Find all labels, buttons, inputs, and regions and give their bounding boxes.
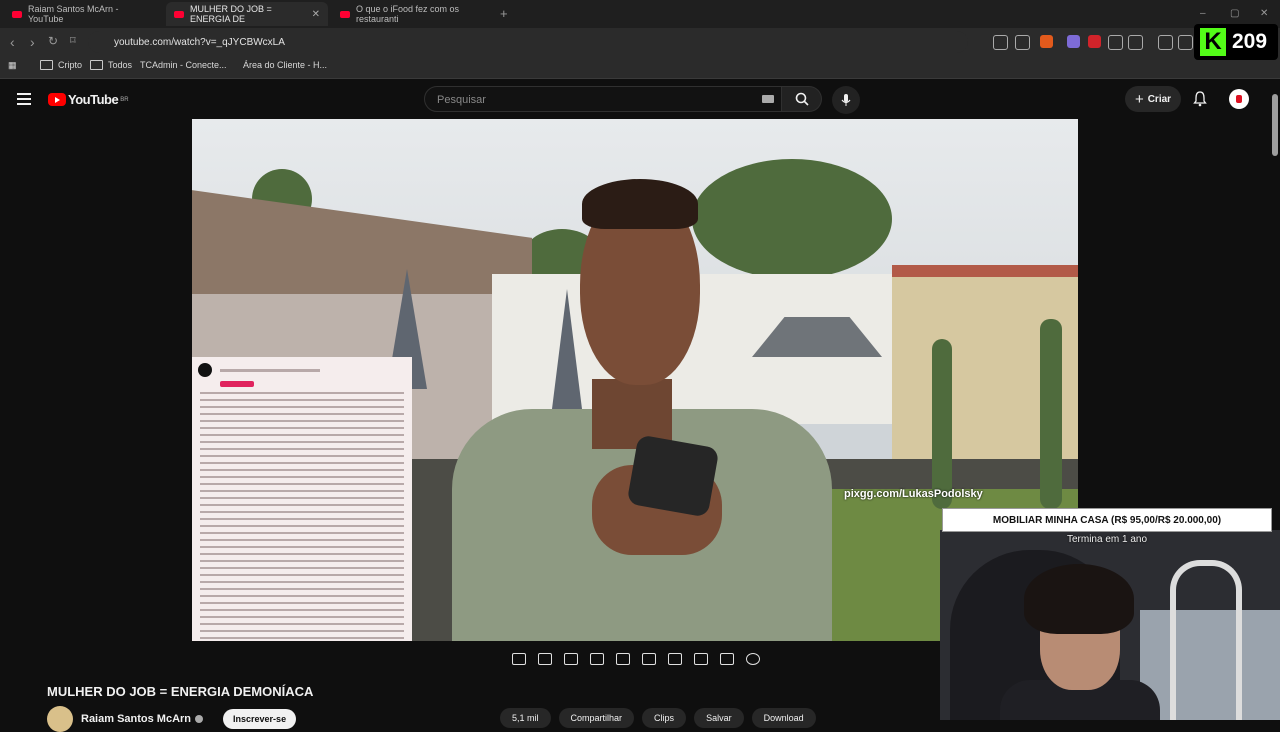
verified-icon (195, 715, 204, 723)
like-button[interactable]: 5,1 mil (500, 708, 551, 728)
back-icon[interactable]: ‹ (10, 34, 15, 50)
youtube-favicon-icon (174, 10, 184, 18)
search-icon (795, 92, 809, 106)
video-actions: 5,1 mil Compartilhar Clips Salvar Downlo… (500, 708, 824, 728)
youtube-play-icon (48, 93, 66, 106)
cast-icon[interactable] (993, 35, 1008, 50)
webcam-overlay (940, 530, 1280, 720)
bookmark-icon[interactable]: ⌑ (70, 34, 76, 47)
close-window-icon[interactable]: ✕ (1260, 8, 1268, 19)
subscribe-button[interactable]: Inscrever-se (223, 709, 297, 729)
folder-icon (40, 60, 53, 70)
donation-badge (220, 381, 254, 387)
forward-icon[interactable]: › (30, 34, 35, 50)
puzzle-extensions-icon[interactable] (1108, 35, 1123, 50)
new-tab-icon[interactable]: + (500, 6, 508, 21)
bookmark-tcadmin[interactable]: TCAdmin - Conecte... (140, 60, 227, 70)
url-field[interactable]: youtube.com/watch?v=_qJYCBWcxLA (88, 31, 968, 53)
smartphone (626, 434, 720, 518)
notifications-bell-icon[interactable] (1193, 91, 1207, 107)
search-button[interactable] (782, 86, 822, 112)
tab-current-video[interactable]: MULHER DO JOB = ENERGIA DE ✕ (166, 2, 328, 26)
share-icon[interactable] (1015, 35, 1030, 50)
loop-icon[interactable] (512, 653, 526, 665)
bookmarks-bar: ▦ Cripto Todos TCAdmin - Conecte... Área… (0, 56, 1280, 79)
comment-screenshot-overlay (192, 357, 412, 641)
extension-icon[interactable] (1128, 35, 1143, 50)
close-tab-icon[interactable]: ✕ (312, 9, 320, 20)
search-box (424, 86, 782, 112)
download-button[interactable]: Download (751, 708, 816, 728)
folder-icon (90, 60, 103, 70)
tab-raiam-channel[interactable]: Raiam Santos McArn - YouTube (4, 2, 164, 26)
address-bar-row: ‹ › ↻ ⌑ youtube.com/watch?v=_qJYCBWcxLA (0, 28, 1280, 56)
account-avatar[interactable] (1229, 89, 1249, 109)
channel-name[interactable]: Raiam Santos McArn (81, 713, 191, 725)
save-button[interactable]: Salvar (694, 708, 744, 728)
voice-search-button[interactable] (832, 86, 860, 114)
film-icon[interactable] (590, 653, 604, 665)
extension-icon[interactable] (1067, 35, 1080, 48)
youtube-logo[interactable]: YouTube BR (48, 92, 129, 107)
bookmark-todos[interactable]: Todos (90, 60, 132, 70)
plus-icon: + (1134, 90, 1144, 108)
record-icon[interactable] (564, 653, 578, 665)
cinema-mode-icon[interactable] (642, 653, 656, 665)
camera-icon[interactable] (720, 653, 734, 665)
channel-avatar[interactable] (47, 706, 73, 732)
donation-goal-timer: Termina em 1 ano (1066, 534, 1148, 545)
player-toolbar (512, 648, 760, 670)
menu-icon[interactable] (17, 93, 31, 105)
bookmark-area-cliente[interactable]: Área do Cliente - H... (243, 60, 327, 70)
screenshot-plus-icon[interactable] (694, 653, 708, 665)
pixgg-watermark: pixgg.com/LukasPodolsky (844, 488, 983, 500)
tab-ifood-video[interactable]: O que o iFood fez com os restauranti (332, 2, 492, 26)
clips-button[interactable]: Clips (642, 708, 687, 728)
search-input[interactable] (435, 93, 739, 107)
streamer-in-video (432, 179, 832, 641)
picture-in-picture-icon[interactable] (616, 653, 630, 665)
brave-shield-icon[interactable] (1040, 35, 1053, 48)
maximize-icon[interactable]: ▢ (1230, 8, 1239, 19)
youtube-favicon-icon (340, 10, 350, 18)
browser-tab-bar: Raiam Santos McArn - YouTube MULHER DO J… (0, 0, 1280, 28)
commenter-avatar (198, 363, 212, 377)
bookmark-cripto[interactable]: Cripto (40, 60, 82, 70)
extension-icon[interactable] (1088, 35, 1101, 48)
media-icon[interactable] (1158, 35, 1173, 50)
sidebar-icon[interactable] (1178, 35, 1193, 50)
minimize-icon[interactable]: – (1200, 8, 1206, 19)
donation-goal-banner: MOBILIAR MINHA CASA (R$ 95,00/R$ 20.000,… (942, 508, 1272, 532)
microphone-icon (841, 94, 851, 106)
create-button[interactable]: + Criar (1125, 86, 1181, 112)
channel-row: Raiam Santos McArn Inscrever-se (47, 706, 297, 732)
youtube-favicon-icon (12, 10, 22, 18)
audio-icon[interactable] (538, 653, 552, 665)
speed-icon[interactable] (668, 653, 682, 665)
keyboard-icon[interactable] (762, 95, 774, 103)
kick-viewer-counter: K 209 (1194, 24, 1278, 60)
reload-icon[interactable]: ↻ (48, 34, 58, 48)
share-button[interactable]: Compartilhar (558, 708, 635, 728)
kick-logo-icon: K (1200, 28, 1226, 56)
youtube-header: YouTube BR + Criar (0, 80, 1270, 120)
video-title: MULHER DO JOB = ENERGIA DEMONÍACA (47, 684, 314, 699)
apps-grid-icon[interactable]: ▦ (8, 60, 17, 71)
gear-icon[interactable] (746, 653, 760, 665)
